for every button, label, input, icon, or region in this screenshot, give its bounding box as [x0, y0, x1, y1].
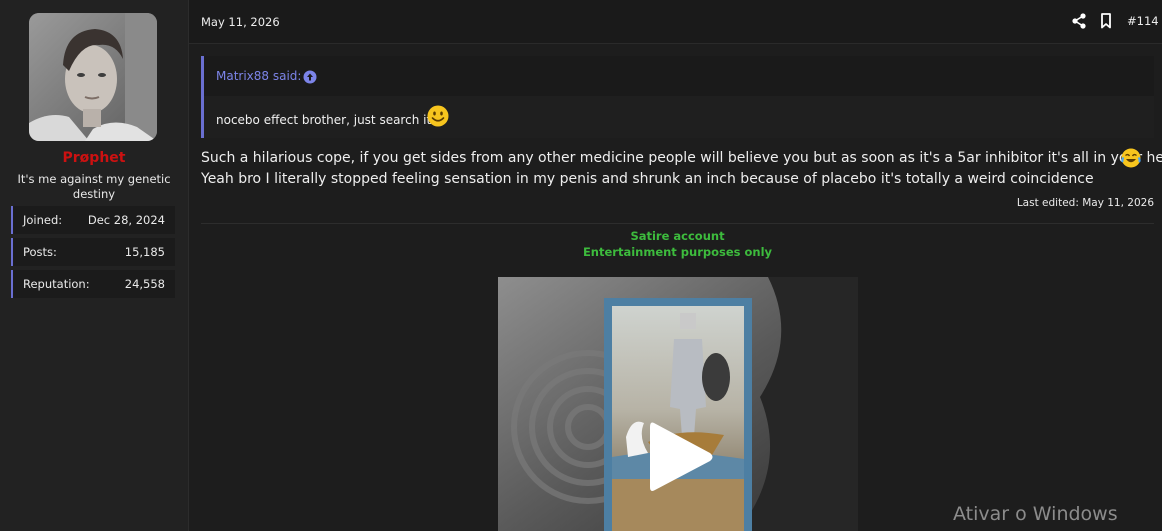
stat-reputation: Reputation: 24,558 — [11, 270, 175, 298]
signature-line-2: Entertainment purposes only — [582, 245, 773, 259]
last-edited: Last edited: May 11, 2026 — [1016, 197, 1154, 209]
video-player[interactable] — [498, 277, 858, 531]
quote-header: Matrix88 said: — [204, 56, 1154, 96]
share-icon[interactable] — [1072, 13, 1086, 33]
stat-joined: Joined: Dec 28, 2024 — [11, 206, 175, 234]
username[interactable]: Prøphet — [0, 150, 188, 166]
post-number[interactable]: #114 — [1127, 14, 1159, 28]
stat-label: Reputation: — [23, 277, 90, 291]
stat-label: Joined: — [23, 213, 63, 227]
crying-laughing-emoji-icon — [1121, 148, 1141, 172]
avatar-image — [29, 13, 157, 141]
quote-block: Matrix88 said: nocebo effect brother, ju… — [201, 56, 1154, 138]
windows-activation-watermark: Ativar o Windows — [953, 503, 1118, 525]
user-panel: Prøphet It's me against my genetic desti… — [0, 0, 189, 531]
smiley-emoji-icon — [427, 105, 449, 131]
message-line-1: Such a hilarious cope, if you get sides … — [201, 150, 1162, 166]
arrow-up-circle-icon[interactable] — [303, 69, 317, 88]
quote-author[interactable]: Matrix88 said: — [216, 69, 301, 83]
stat-label: Posts: — [23, 245, 57, 259]
play-icon[interactable] — [646, 417, 716, 501]
signature-divider — [201, 223, 1154, 224]
bookmark-icon[interactable] — [1100, 13, 1112, 33]
forum-post-page: Prøphet It's me against my genetic desti… — [0, 0, 1162, 531]
post-date[interactable]: May 11, 2026 — [201, 15, 280, 29]
quote-text: nocebo effect brother, just search it — [216, 113, 432, 127]
stat-posts: Posts: 15,185 — [11, 238, 175, 266]
user-title: It's me against my genetic destiny — [17, 172, 171, 201]
message-line-2: Yeah bro I literally stopped feeling sen… — [201, 171, 1094, 187]
avatar[interactable] — [29, 13, 157, 141]
stat-value: Dec 28, 2024 — [87, 213, 165, 227]
stat-value: 15,185 — [124, 245, 165, 259]
signature-line-1: Satire account — [630, 229, 725, 243]
stat-value: 24,558 — [124, 277, 165, 291]
post-header: May 11, 2026 #114 — [189, 0, 1162, 44]
